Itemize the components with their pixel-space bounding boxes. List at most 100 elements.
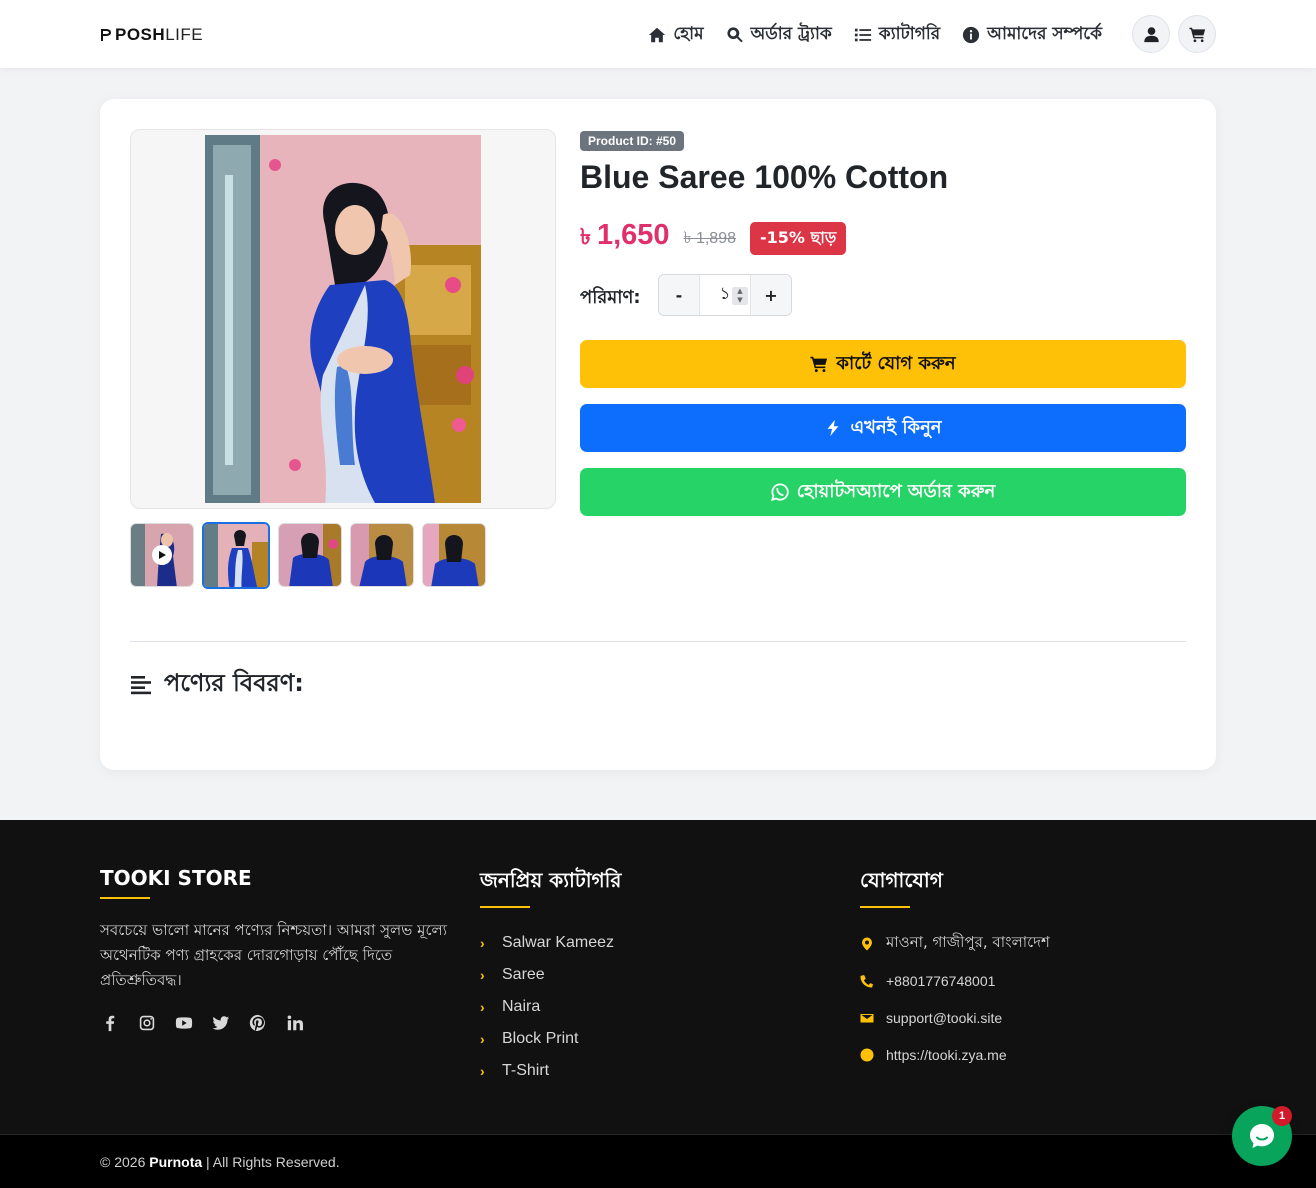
thumbnail-item[interactable] [278,523,342,587]
section-divider [130,641,1186,642]
current-price: ৳ 1,650 [580,219,670,257]
currency-symbol: ৳ [580,224,591,249]
main-image-frame [130,129,556,509]
instagram-icon[interactable] [137,1013,157,1033]
chat-unread-badge: 1 [1272,1106,1292,1126]
quantity-value: ১ [719,284,731,304]
nav-order-track-label: অর্ডার ট্র্যাক [750,24,832,44]
quantity-input[interactable]: ১ ▲ ▼ [699,275,751,315]
footer-category-item[interactable]: › Salwar Kameez [480,927,621,959]
social-links [100,1013,460,1033]
play-icon [152,545,172,565]
footer-categories-column: জনপ্রিয় ক্যাটাগরি › Salwar Kameez › Saree… [480,866,621,1087]
product-title: Blue Saree 100% Cotton [580,159,949,195]
nav-order-track[interactable]: অর্ডার ট্র্যাক [726,21,832,49]
add-to-cart-button[interactable]: কার্টে যোগ করুন [580,340,1186,388]
contact-website-text: https://tooki.zya.me [886,1046,1007,1063]
footer-category-label: Block Print [502,1030,579,1047]
nav-about-label: আমাদের সম্পর্কে [987,24,1102,44]
footer-category-item[interactable]: › Block Print [480,1023,621,1055]
price-value: 1,650 [596,219,670,251]
envelope-icon [860,1013,874,1022]
add-to-cart-label: কার্টে যোগ করুন [836,352,956,374]
chevron-right-icon: › [480,935,485,951]
cart-icon [1188,27,1205,42]
discount-badge: -15% ছাড় [750,221,847,255]
description-heading: পণ্যের বিবরণ: [130,665,304,705]
contact-email[interactable]: support@tooki.site [860,999,1050,1036]
youtube-icon[interactable] [174,1013,194,1033]
contact-website[interactable]: https://tooki.zya.me [860,1036,1050,1073]
main-nav: হোম অর্ডার ট্র্যাক ক্যাটাগরি আমাদের সম্প… [648,21,1102,49]
list-icon [854,28,871,42]
thumbnail-image [423,524,485,586]
quantity-spinner[interactable]: ▲ ▼ [732,287,748,305]
thumbnail-image [351,524,413,586]
bolt-icon [828,419,839,437]
quantity-label: পরিমাণ: [580,287,641,308]
thumbnail-item[interactable] [202,522,270,589]
info-icon [963,26,980,44]
footer-category-item[interactable]: › Saree [480,959,621,991]
align-left-icon [131,676,151,695]
chevron-right-icon: › [480,1031,485,1047]
product-main-image[interactable] [205,135,481,503]
buy-now-button[interactable]: এখনই কিনুন [580,404,1186,452]
pinterest-icon[interactable] [248,1013,268,1033]
old-price: ৳ 1,898 [683,229,737,247]
thumbnail-video[interactable] [130,523,194,587]
nav-home-label: হোম [673,24,704,44]
chevron-right-icon: › [480,967,485,983]
facebook-icon[interactable] [100,1013,120,1033]
contact-address-text: মাওনা, গাজীপুর, বাংলাদেশ [886,933,1050,951]
product-card: Product ID: #50 Blue Saree 100% Cotton ৳… [100,99,1216,770]
nav-home[interactable]: হোম [648,21,704,49]
copyright-suffix: | All Rights Reserved. [202,1154,340,1170]
user-icon [1143,26,1159,42]
thumbnail-item[interactable] [350,523,414,587]
product-id-badge: Product ID: #50 [580,131,685,151]
contact-address: মাওনা, গাজীপুর, বাংলাদেশ [860,925,1050,962]
site-footer: TOOKI STORE সবচেয়ে ভালো মানের পণ্যের নি… [0,820,1316,1135]
site-header: POSH LIFE হোম অর্ডার ট্র্যাক ক্যাটাগরি আম… [0,0,1316,68]
contact-phone-text: +8801776748001 [886,972,996,989]
contact-email-text: support@tooki.site [886,1009,1003,1026]
quantity-decrease-button[interactable]: - [659,275,699,315]
thumbnail-image [204,524,268,587]
search-icon [726,27,743,43]
nav-about[interactable]: আমাদের সম্পর্কে [962,21,1102,49]
footer-category-list: › Salwar Kameez › Saree › Naira › Block Prin… [480,927,621,1087]
thumbnail-item[interactable] [422,523,486,587]
home-icon [649,27,666,43]
thumbnail-strip [130,522,486,589]
nav-category[interactable]: ক্যাটাগরি [854,21,940,49]
nav-category-label: ক্যাটাগরি [878,24,941,44]
copyright-brand[interactable]: Purnota [149,1154,202,1170]
map-marker-icon [862,937,872,950]
contact-phone[interactable]: +8801776748001 [860,962,1050,999]
copyright-prefix: © 2026 [100,1154,150,1170]
logo-mark-icon [101,29,111,41]
thumbnail-image [279,524,341,586]
phone-icon [860,974,874,987]
globe-icon [860,1048,874,1061]
copyright-bar: © 2026 Purnota | All Rights Reserved. [0,1134,1316,1188]
footer-contact-column: যোগাযোগ মাওনা, গাজীপুর, বাংলাদেশ +880177… [860,866,1050,1073]
footer-contact-list: মাওনা, গাজীপুর, বাংলাদেশ +8801776748001 … [860,925,1050,1073]
footer-category-item[interactable]: › T-Shirt [480,1055,621,1087]
logo-text-light: LIFE [165,25,204,44]
site-logo[interactable]: POSH LIFE [100,24,203,46]
twitter-icon[interactable] [211,1013,231,1033]
product-photo [205,135,481,503]
whatsapp-order-button[interactable]: হোয়াটসঅ্যাপে অর্ডার করুন [580,468,1186,516]
footer-about-column: TOOKI STORE সবচেয়ে ভালো মানের পণ্যের নি… [100,866,460,1033]
account-button[interactable] [1132,15,1170,53]
copyright-text: © 2026 Purnota | All Rights Reserved. [100,1154,340,1170]
linkedin-icon[interactable] [285,1013,305,1033]
footer-store-title: TOOKI STORE [100,866,252,899]
quantity-increase-button[interactable]: + [751,275,791,315]
cart-button[interactable] [1178,15,1216,53]
cart-icon [810,356,828,373]
footer-about-text: সবচেয়ে ভালো মানের পণ্যের নিশ্চয়তা। আমর… [100,921,448,989]
footer-category-item[interactable]: › Naira [480,991,621,1023]
